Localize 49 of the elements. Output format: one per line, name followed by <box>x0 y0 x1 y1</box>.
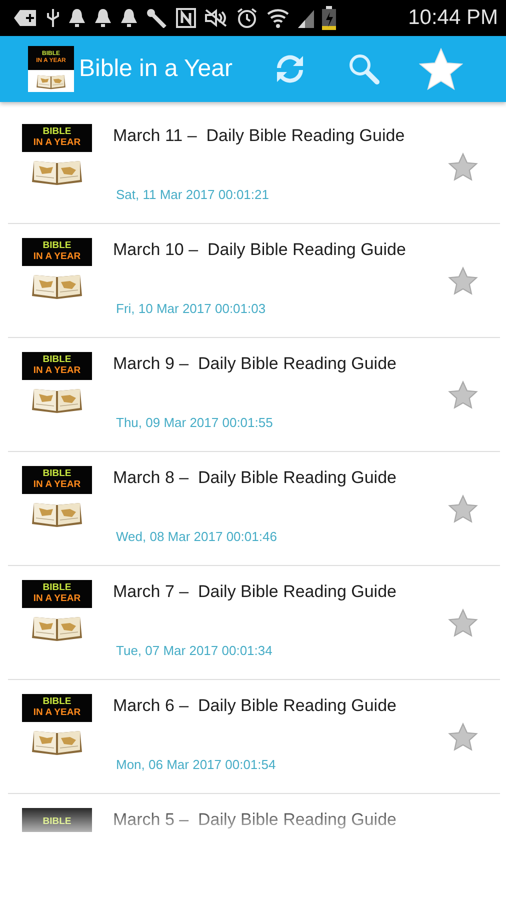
logo-text: BIBLE <box>42 355 72 366</box>
usb-icon <box>46 7 60 29</box>
reading-title[interactable]: March 10 – Daily Bible Reading Guide <box>113 238 448 262</box>
wrench-icon <box>146 8 168 28</box>
logo-text: BIBLE <box>42 241 72 252</box>
clock-time: 10:44 PM <box>408 6 498 30</box>
reading-title[interactable]: March 11 – Daily Bible Reading Guide <box>113 124 448 148</box>
logo-text: IN A YEAR <box>33 138 81 149</box>
favorite-star-button[interactable] <box>448 494 478 524</box>
reading-date: Wed, 08 Mar 2017 00:01:46 <box>116 528 278 546</box>
logo-text: BIBLE <box>42 583 72 594</box>
favorite-star-button[interactable] <box>448 608 478 638</box>
logo-text: BIBLE <box>42 816 72 828</box>
search-button[interactable] <box>347 52 382 86</box>
wifi-icon <box>266 7 290 29</box>
favorites-button[interactable] <box>419 47 464 91</box>
battery-icon <box>322 6 336 30</box>
favorite-star-button[interactable] <box>448 152 478 182</box>
app-title: Bible in a Year <box>79 55 232 83</box>
reading-date: Mon, 06 Mar 2017 00:01:54 <box>116 756 277 774</box>
bell-icon <box>68 8 86 28</box>
reading-date: Fri, 10 Mar 2017 00:01:03 <box>116 300 267 318</box>
favorite-star-button[interactable] <box>448 722 478 752</box>
reading-date: Sat, 11 Mar 2017 00:01:21 <box>116 186 270 204</box>
favorite-star-button[interactable] <box>448 380 478 410</box>
alarm-clock-icon <box>236 7 258 29</box>
logo-text: IN A YEAR <box>33 594 81 605</box>
reading-title[interactable]: March 6 – Daily Bible Reading Guide <box>113 694 448 718</box>
signal-icon <box>298 8 314 28</box>
reading-title[interactable]: March 9 – Daily Bible Reading Guide <box>113 352 448 376</box>
notification-icon <box>14 8 38 28</box>
nfc-icon <box>176 8 196 28</box>
logo-text: BIBLE <box>42 697 72 708</box>
favorite-star-button[interactable] <box>448 266 478 296</box>
logo-text: IN A YEAR <box>33 708 81 719</box>
mute-icon <box>204 8 228 28</box>
logo-text: IN A YEAR <box>33 366 81 377</box>
reading-date: Thu, 09 Mar 2017 00:01:55 <box>116 414 274 432</box>
book-icon <box>36 72 66 90</box>
logo-text: IN A YEAR <box>33 480 81 491</box>
reading-date: Tue, 07 Mar 2017 00:01:34 <box>116 642 274 660</box>
reading-title[interactable]: March 5 – Daily Bible Reading Guide <box>113 808 500 832</box>
reading-title[interactable]: March 8 – Daily Bible Reading Guide <box>113 466 448 490</box>
logo-text: BIBLE <box>42 469 72 480</box>
logo-text: IN A YEAR <box>33 252 81 263</box>
logo-text: BIBLE <box>42 127 72 138</box>
reading-title[interactable]: March 7 – Daily Bible Reading Guide <box>113 580 448 604</box>
bell-icon <box>94 8 112 28</box>
bell-icon <box>120 8 138 28</box>
